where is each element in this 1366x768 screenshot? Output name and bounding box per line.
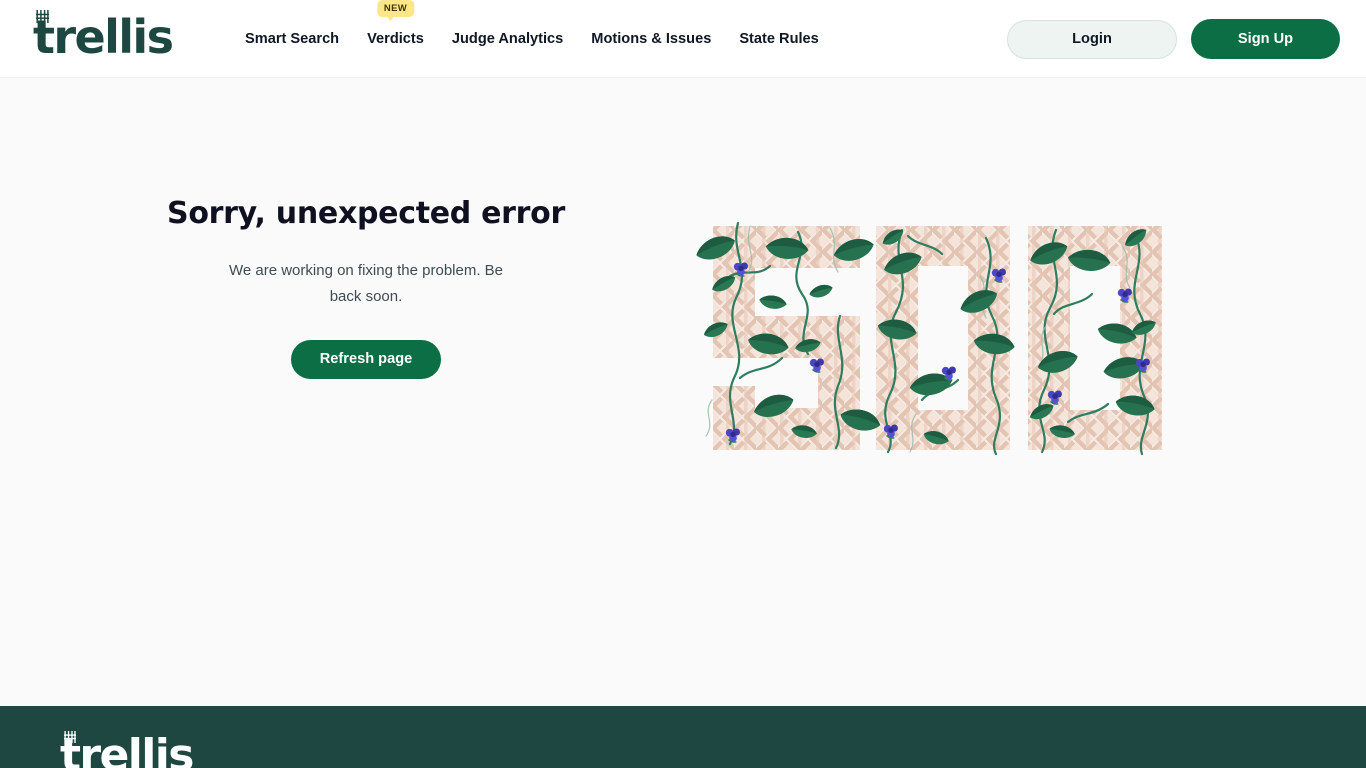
nav-label: State Rules [739, 31, 819, 47]
signup-button[interactable]: Sign Up [1191, 19, 1340, 59]
nav-label: Motions & Issues [591, 31, 712, 47]
error-page-main: Sorry, unexpected error We are working o… [0, 78, 1366, 706]
trellis-lattice-icon [64, 731, 76, 743]
main-navigation: Smart Search NEW Verdicts Judge Analytic… [245, 0, 819, 78]
footer-brand-logo[interactable]: trellis [60, 730, 194, 768]
refresh-page-button[interactable]: Refresh page [291, 339, 441, 379]
nav-item-smart-search[interactable]: Smart Search [245, 31, 339, 47]
brand-wordmark: trellis [33, 10, 174, 64]
error-subtitle: We are working on fixing the problem. Be… [228, 262, 504, 305]
nav-label: Smart Search [245, 31, 340, 47]
nav-item-state-rules[interactable]: State Rules [739, 31, 818, 47]
error-500-illustration [692, 221, 1162, 456]
footer-brand-wordmark: trellis [60, 730, 194, 768]
header-actions: Login Sign Up [1007, 0, 1340, 78]
nav-label: Judge Analytics [451, 31, 564, 47]
error-message-block: Sorry, unexpected error We are working o… [150, 196, 582, 379]
nav-item-judge-analytics[interactable]: Judge Analytics [452, 31, 563, 47]
page-title: Sorry, unexpected error [167, 196, 565, 231]
brand-logo[interactable]: trellis [33, 10, 174, 64]
nav-item-verdicts[interactable]: NEW Verdicts [367, 0, 424, 47]
nav-item-motions-issues[interactable]: Motions & Issues [591, 31, 711, 47]
site-footer: trellis Features Company Resources [0, 706, 1366, 768]
login-button[interactable]: Login [1007, 19, 1177, 59]
trellis-lattice-icon [36, 10, 49, 23]
site-header: trellis Smart Search NEW Verdicts Judge … [0, 0, 1366, 78]
nav-label: Verdicts [367, 31, 424, 47]
new-badge: NEW [376, 0, 415, 20]
